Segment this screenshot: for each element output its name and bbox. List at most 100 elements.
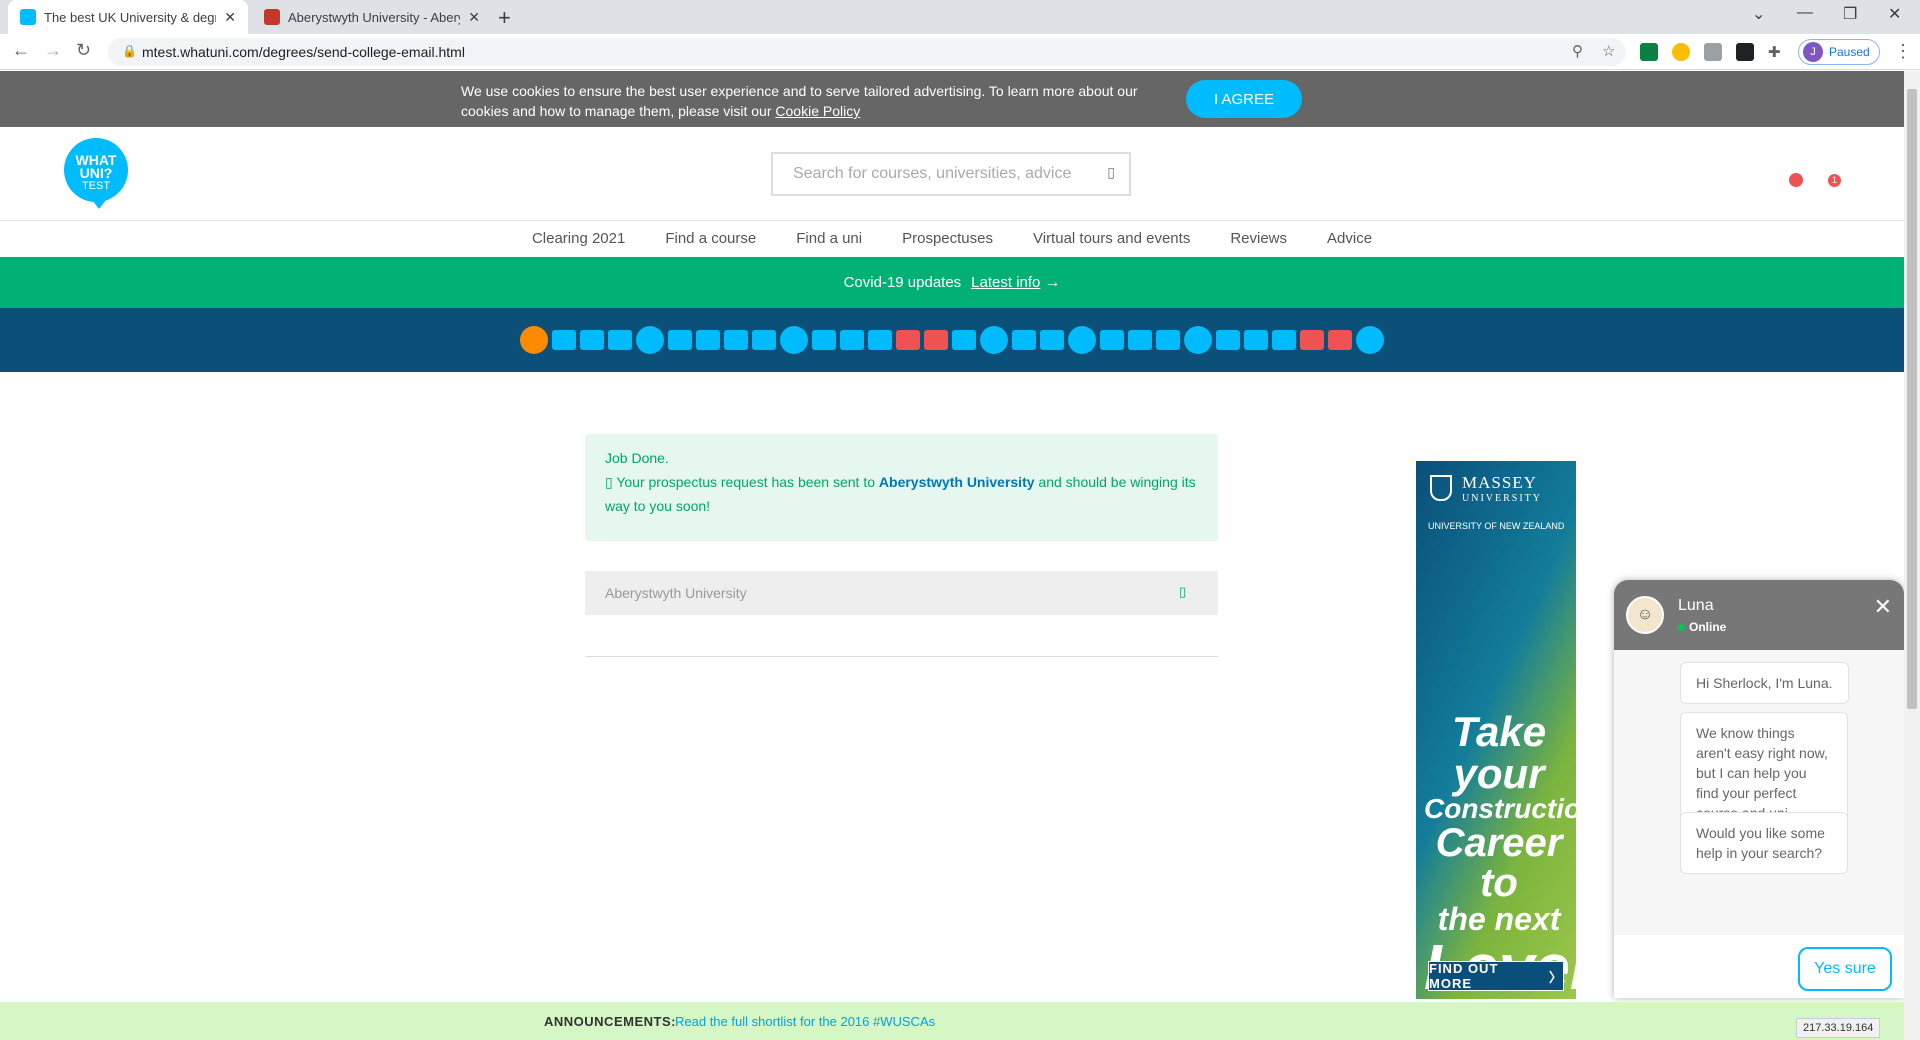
progress-banner — [0, 308, 1904, 372]
menu-kebab-icon[interactable]: ⋮ — [1894, 41, 1912, 62]
profile-button[interactable]: J Paused — [1798, 39, 1880, 65]
check-icon: ▯ — [1178, 584, 1186, 599]
announcement-label: ANNOUNCEMENTS: — [544, 1014, 676, 1029]
success-message: Job Done. ▯ Your prospectus request has … — [585, 434, 1218, 541]
agree-button[interactable]: I AGREE — [1186, 80, 1302, 118]
nav-find-a-uni[interactable]: Find a uni — [776, 222, 882, 258]
announcement-bar: ANNOUNCEMENTS: Read the full shortlist f… — [0, 1002, 1904, 1040]
aberystwyth-favicon-icon — [264, 9, 280, 25]
chat-message: Hi Sherlock, I'm Luna. — [1680, 662, 1849, 704]
close-tab-icon[interactable]: ✕ — [468, 9, 480, 26]
banner-pip — [1216, 330, 1240, 350]
nav-clearing[interactable]: Clearing 2021 — [512, 222, 645, 258]
chat-messages: Hi Sherlock, I'm Luna. We know things ar… — [1614, 650, 1904, 935]
banner-pip — [924, 330, 948, 350]
chat-bot-name: Luna — [1678, 597, 1714, 614]
find-out-more-button[interactable]: FIND OUT MORE 〉 — [1428, 961, 1564, 991]
bot-avatar: ☺ — [1626, 596, 1664, 634]
search-icon[interactable]: ▯ — [1107, 164, 1115, 181]
scrollbar-thumb[interactable] — [1907, 89, 1917, 709]
university-link[interactable]: Aberystwyth University — [879, 474, 1035, 490]
cookie-text: We use cookies to ensure the best user e… — [461, 83, 1138, 119]
whatuni-favicon-icon — [20, 9, 36, 25]
banner-pip — [980, 326, 1008, 354]
extension-icon[interactable] — [1640, 43, 1658, 61]
search-input[interactable]: Search for courses, universities, advice… — [771, 152, 1131, 196]
page-viewport: We use cookies to ensure the best user e… — [0, 71, 1904, 1040]
status-ip: 217.33.19.164 — [1796, 1018, 1881, 1038]
banner-pip — [1128, 330, 1152, 350]
bookmark-star-icon[interactable]: ☆ — [1602, 42, 1615, 60]
banner-pip — [580, 330, 604, 350]
extension-icon[interactable] — [1672, 43, 1690, 61]
notification-badge[interactable]: 1 — [1828, 174, 1841, 187]
chat-widget: ☺ Luna Online ✕ Hi Sherlock, I'm Luna. W… — [1614, 580, 1904, 998]
tab-whatuni[interactable]: The best UK University & degree ✕ — [8, 0, 248, 34]
nav-advice[interactable]: Advice — [1307, 222, 1392, 258]
banner-pip — [1156, 330, 1180, 350]
tab-search-icon[interactable]: ⌄ — [1752, 4, 1765, 24]
reload-icon[interactable]: ↻ — [76, 40, 91, 61]
avatar: J — [1803, 42, 1823, 62]
nav-virtual-tours[interactable]: Virtual tours and events — [1013, 222, 1210, 258]
nav-find-a-course[interactable]: Find a course — [645, 222, 776, 258]
arrow-right-icon[interactable]: → — [1044, 274, 1060, 292]
back-icon[interactable]: ← — [12, 40, 30, 61]
whatuni-logo[interactable]: WHAT UNI? TEST — [64, 138, 128, 209]
banner-pip — [636, 326, 664, 354]
banner-pip — [1040, 330, 1064, 350]
success-body: ▯ Your prospectus request has been sent … — [605, 474, 1196, 514]
url-text[interactable]: mtest.whatuni.com/degrees/send-college-e… — [142, 44, 465, 60]
banner-pip — [608, 330, 632, 350]
divider — [585, 656, 1218, 657]
banner-pip — [1356, 326, 1384, 354]
banner-pip — [1100, 330, 1124, 350]
close-tab-icon[interactable]: ✕ — [224, 9, 236, 26]
minimize-icon[interactable]: — — [1797, 4, 1813, 22]
browser-toolbar: ← → ↻ 🔒 mtest.whatuni.com/degrees/send-c… — [0, 34, 1920, 70]
banner-pip — [840, 330, 864, 350]
latest-info-link[interactable]: Latest info — [971, 274, 1040, 291]
success-title: Job Done. — [605, 450, 669, 466]
yes-sure-button[interactable]: Yes sure — [1798, 947, 1892, 991]
tab-aberystwyth[interactable]: Aberystwyth University - Aberyst ✕ — [252, 0, 492, 34]
university-dropdown[interactable]: Aberystwyth University ▯ — [585, 571, 1218, 615]
nav-prospectuses[interactable]: Prospectuses — [882, 222, 1013, 258]
info-icon: ▯ — [605, 474, 617, 490]
location-icon[interactable]: ⚲ — [1572, 42, 1583, 60]
tab-title: Aberystwyth University - Aberyst — [288, 9, 461, 25]
massey-ad-banner[interactable]: MASSEY UNIVERSITY UNIVERSITY OF NEW ZEALA… — [1416, 461, 1576, 999]
banner-pip — [896, 330, 920, 350]
user-icon[interactable] — [1789, 173, 1803, 187]
site-header: WHAT UNI? TEST Search for courses, unive… — [0, 127, 1904, 221]
browser-tabstrip: The best UK University & degree ✕ Aberys… — [0, 0, 1920, 34]
announcement-link[interactable]: Read the full shortlist for the 2016 #WU… — [675, 1014, 935, 1029]
extensions-puzzle-icon[interactable]: ✚ — [1768, 43, 1786, 61]
banner-pip — [724, 330, 748, 350]
lock-icon[interactable]: 🔒 — [122, 44, 137, 58]
covid-banner: Covid-19 updates Latest info → — [0, 257, 1904, 308]
page-scrollbar[interactable] — [1904, 71, 1920, 1040]
nav-reviews[interactable]: Reviews — [1210, 222, 1307, 258]
banner-pip — [696, 330, 720, 350]
close-icon[interactable]: ✕ — [1874, 594, 1892, 620]
banner-pip — [1244, 330, 1268, 350]
maximize-icon[interactable]: ❐ — [1843, 4, 1857, 24]
extension-icon[interactable] — [1736, 43, 1754, 61]
covid-label: Covid-19 updates — [843, 274, 962, 291]
forward-icon[interactable]: → — [44, 40, 62, 61]
main-nav: Clearing 2021 Find a course Find a uni P… — [0, 222, 1904, 258]
cookie-banner: We use cookies to ensure the best user e… — [0, 71, 1904, 127]
new-tab-icon[interactable]: + — [498, 5, 511, 31]
chat-footer: Yes sure — [1614, 935, 1904, 998]
selected-university: Aberystwyth University — [605, 585, 747, 601]
close-window-icon[interactable]: ✕ — [1888, 4, 1901, 24]
extension-icon[interactable] — [1704, 43, 1722, 61]
ad-headline: Take your Construction Career to the nex… — [1424, 708, 1576, 1000]
profile-status: Paused — [1829, 45, 1870, 59]
online-dot-icon — [1678, 624, 1685, 631]
chat-status: Online — [1678, 620, 1726, 634]
cookie-policy-link[interactable]: Cookie Policy — [775, 103, 860, 119]
chat-header: ☺ Luna Online ✕ — [1614, 580, 1904, 650]
address-bar[interactable]: 🔒 mtest.whatuni.com/degrees/send-college… — [108, 38, 1626, 66]
